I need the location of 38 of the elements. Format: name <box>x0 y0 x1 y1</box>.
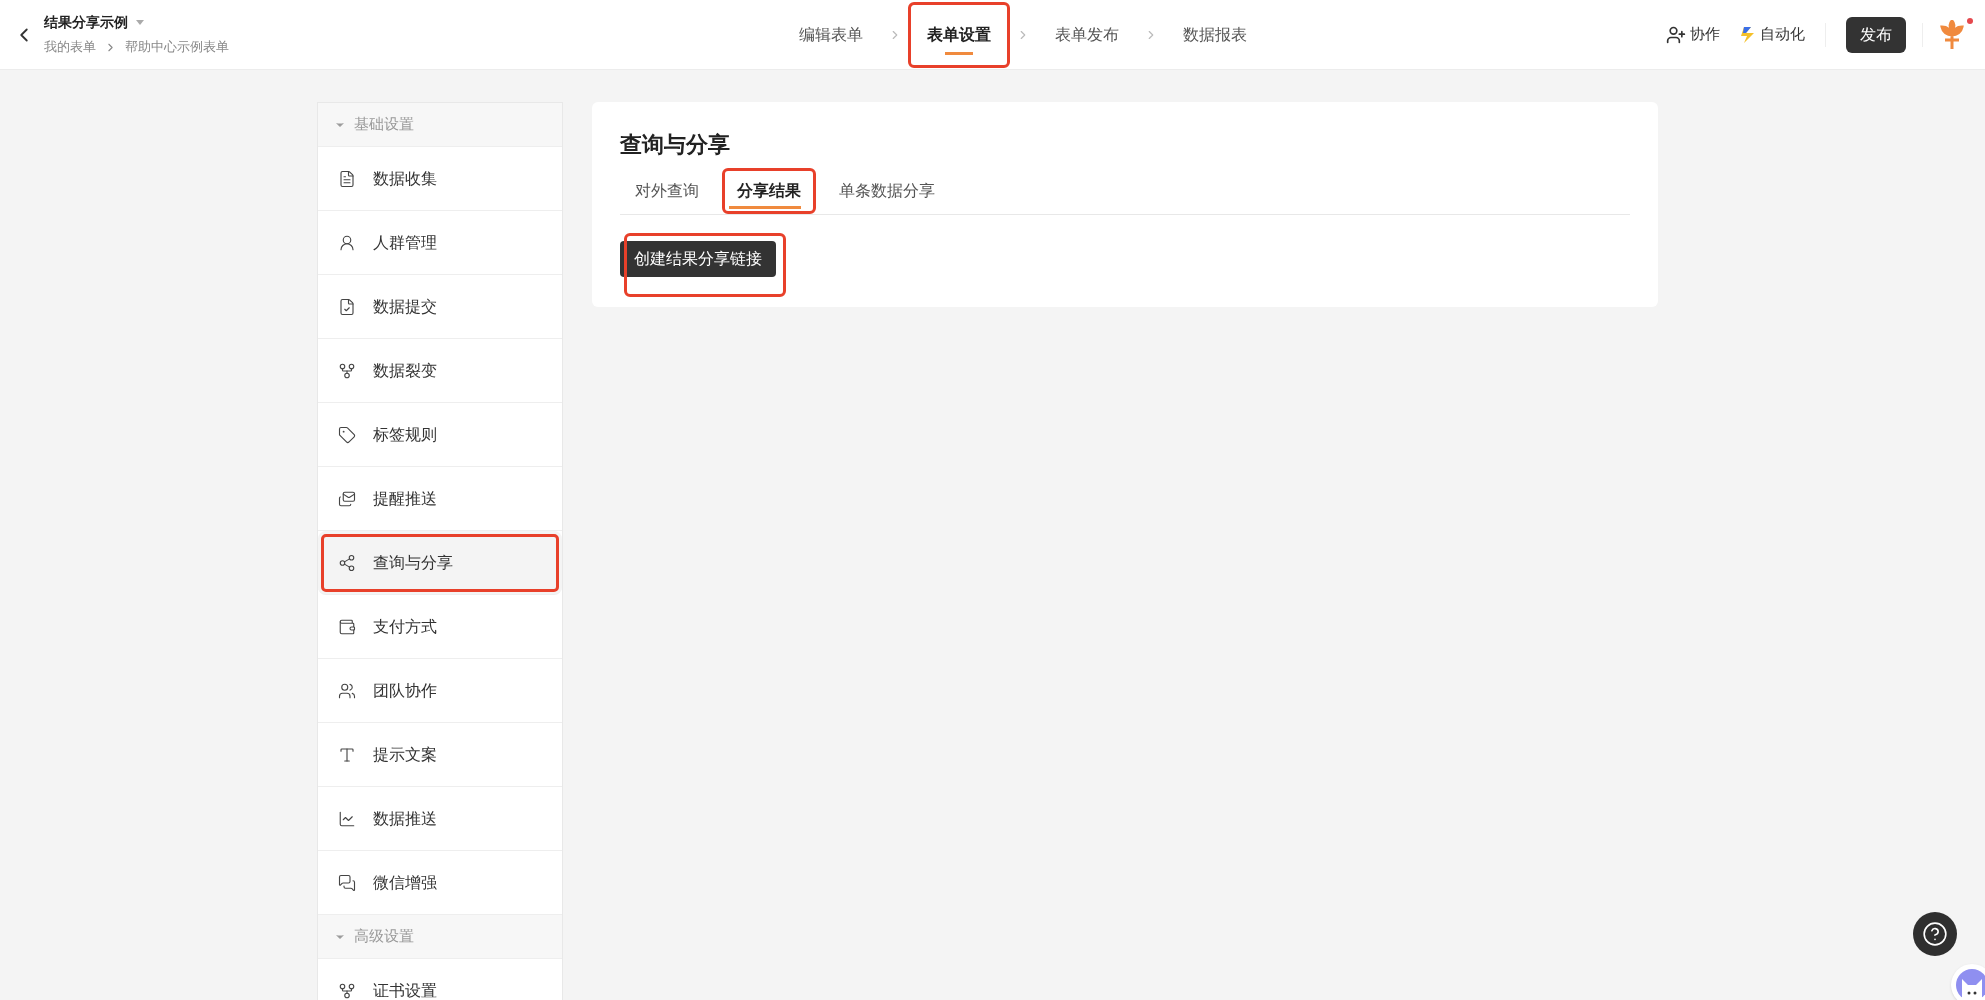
group-title: 高级设置 <box>354 926 414 947</box>
sidebar-item-icon <box>338 233 356 252</box>
sidebar-item-icon <box>338 617 356 636</box>
help-button[interactable] <box>1913 912 1957 956</box>
dropdown-caret-icon[interactable] <box>136 20 144 26</box>
form-title: 结果分享示例 <box>44 13 128 33</box>
sidebar-item-icon <box>338 297 356 316</box>
publish-button[interactable]: 发布 <box>1846 16 1906 53</box>
sidebar-item-icon <box>338 809 356 828</box>
lightning-icon <box>1740 25 1756 44</box>
content-tab[interactable]: 单条数据分享 <box>824 168 950 214</box>
sidebar-item-icon <box>338 361 356 380</box>
create-share-link-button[interactable]: 创建结果分享链接 <box>620 241 776 277</box>
section-title: 查询与分享 <box>620 131 731 159</box>
sidebar-item-icon <box>338 981 356 1000</box>
content-tab[interactable]: 对外查询 <box>620 168 714 214</box>
help-icon <box>1922 921 1948 947</box>
breadcrumb-link[interactable]: 帮助中心示例表单 <box>125 37 229 57</box>
sidebar-item-icon <box>338 169 356 188</box>
active-underline <box>729 206 801 209</box>
breadcrumb-link[interactable]: 我的表单 <box>44 37 96 57</box>
sidebar-item-icon <box>338 745 356 764</box>
sidebar-item-icon <box>338 553 356 572</box>
sidebar-item-icon <box>338 681 356 700</box>
content-tab[interactable]: 分享结果 <box>722 168 816 214</box>
step-tab[interactable]: 数据报表 <box>1164 2 1266 68</box>
step-tab[interactable]: 表单发布 <box>1036 2 1138 68</box>
step-tab[interactable]: 编辑表单 <box>780 2 882 68</box>
active-underline <box>945 52 973 55</box>
sidebar-item-icon <box>338 873 356 892</box>
sidebar-item-icon <box>338 425 356 444</box>
step-tab[interactable]: 表单设置 <box>908 2 1010 68</box>
automation-button[interactable]: 自动化 <box>1740 23 1805 46</box>
add-user-icon <box>1666 24 1686 45</box>
group-title: 基础设置 <box>354 114 414 135</box>
sidebar-item[interactable]: 查询与分享 <box>318 531 562 595</box>
collaborate-button[interactable]: 协作 <box>1666 23 1720 46</box>
sidebar-item-icon <box>338 489 356 508</box>
